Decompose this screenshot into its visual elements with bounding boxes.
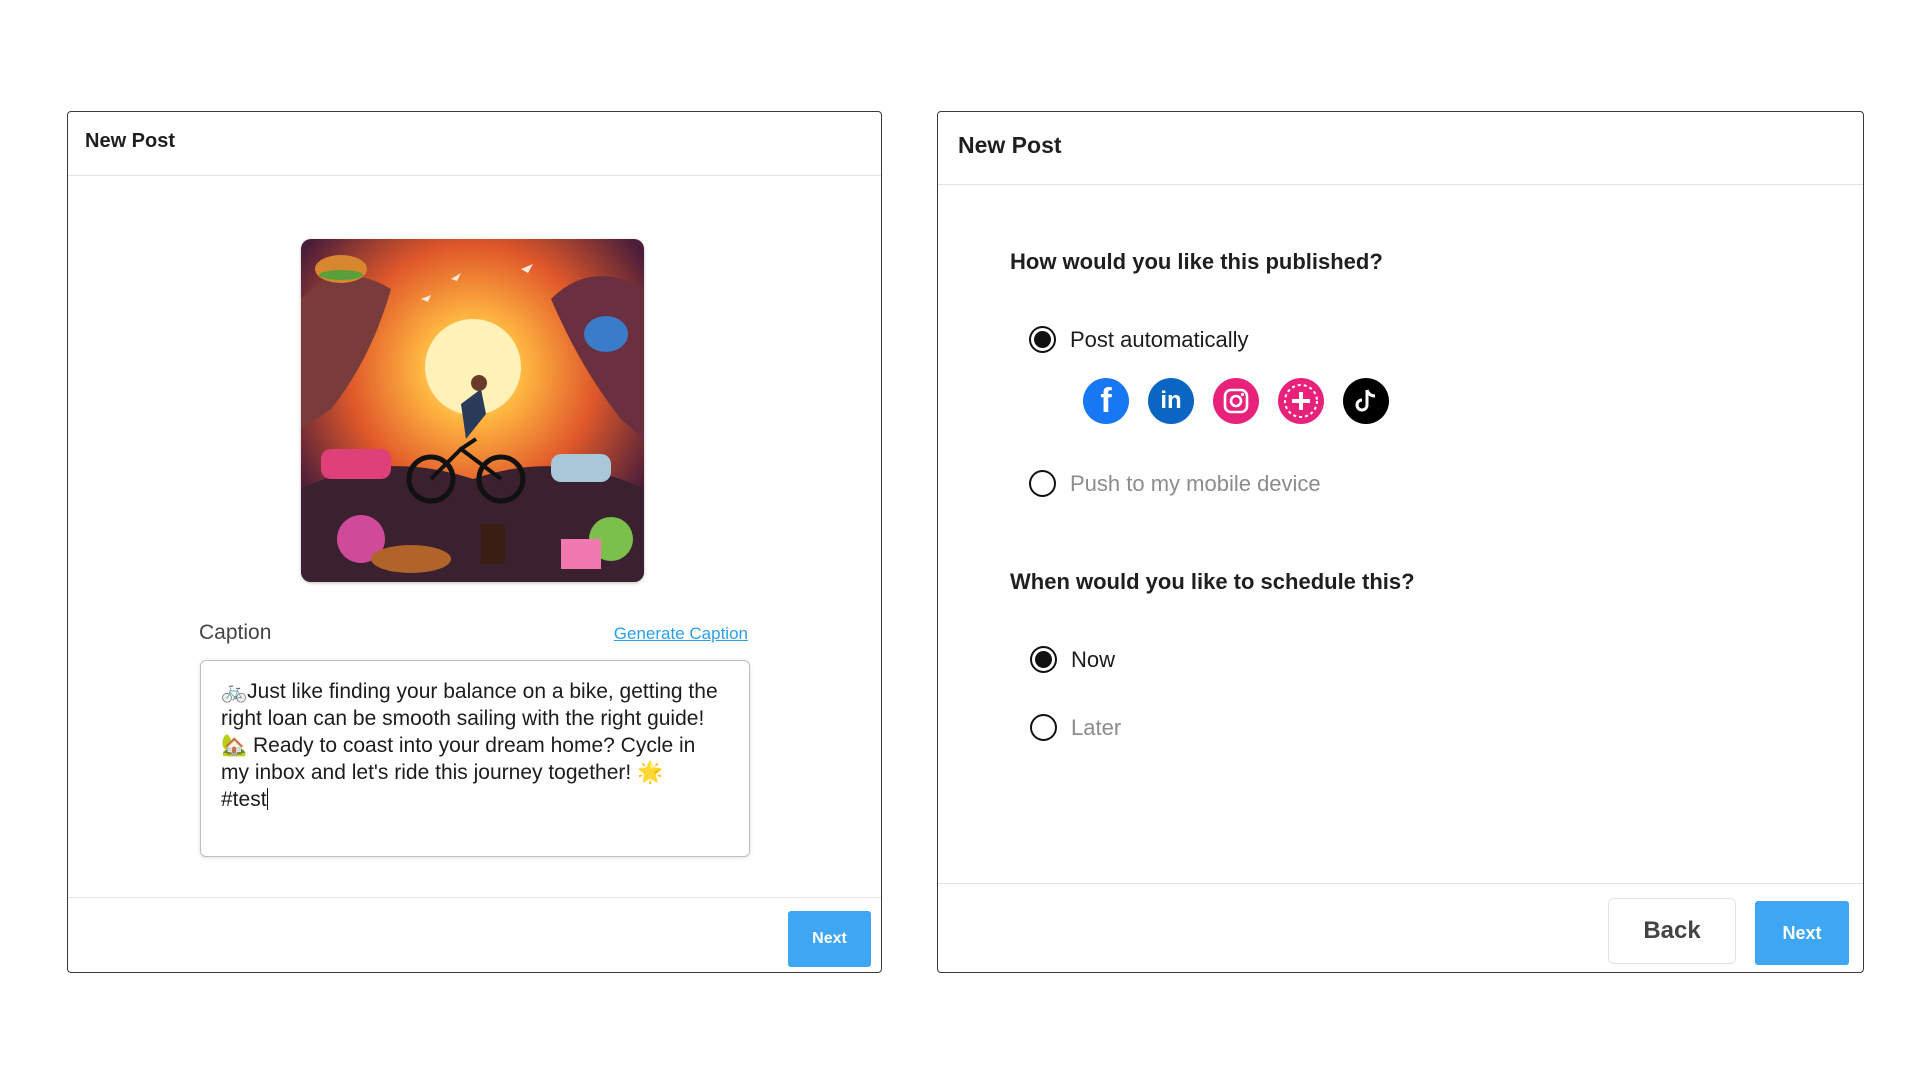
push-to-mobile-label: Push to my mobile device (1070, 470, 1321, 496)
post-automatically-option[interactable]: Post automatically (1029, 326, 1249, 353)
panel-title: New Post (68, 112, 881, 176)
panel-footer (68, 897, 881, 972)
caption-text: 🚲Just like finding your balance on a bik… (221, 680, 718, 811)
push-to-mobile-option[interactable]: Push to my mobile device (1029, 470, 1321, 497)
new-post-publish-panel: New Post How would you like this publish… (937, 111, 1864, 973)
facebook-icon[interactable]: f (1083, 378, 1129, 424)
tiktok-icon[interactable] (1343, 378, 1389, 424)
post-automatically-label: Post automatically (1070, 326, 1249, 352)
next-button[interactable]: Next (1755, 901, 1849, 965)
back-button[interactable]: Back (1608, 898, 1736, 964)
publish-question: How would you like this published? (1010, 249, 1383, 274)
next-button[interactable]: Next (788, 911, 871, 967)
schedule-later-option[interactable]: Later (1030, 714, 1121, 741)
radio-selected[interactable] (1030, 646, 1057, 673)
caption-textarea[interactable]: 🚲Just like finding your balance on a bik… (200, 660, 750, 857)
plus-icon[interactable] (1278, 378, 1324, 424)
radio-unselected[interactable] (1029, 470, 1056, 497)
new-post-caption-panel: New Post Caption Generate Caption 🚲Just … (67, 111, 882, 973)
schedule-later-label: Later (1071, 714, 1122, 740)
linkedin-icon[interactable]: in (1148, 378, 1194, 424)
generate-caption-link[interactable]: Generate Caption (614, 624, 748, 644)
text-cursor (266, 788, 268, 810)
schedule-now-label: Now (1071, 646, 1116, 672)
schedule-now-option[interactable]: Now (1030, 646, 1115, 673)
radio-selected[interactable] (1029, 326, 1056, 353)
panel-title: New Post (938, 112, 1863, 185)
schedule-question: When would you like to schedule this? (1010, 569, 1415, 594)
post-image (301, 239, 644, 582)
instagram-icon[interactable] (1213, 378, 1259, 424)
caption-label: Caption (199, 621, 272, 644)
radio-unselected[interactable] (1030, 714, 1057, 741)
